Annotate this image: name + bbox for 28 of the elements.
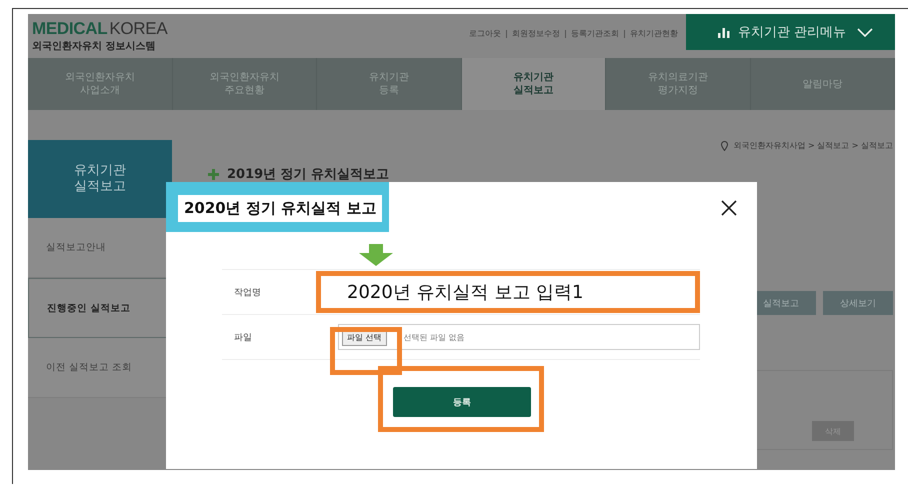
location-pin-icon <box>721 140 728 150</box>
logo-subtitle: 외국인환자유치 정보시스템 <box>32 40 156 53</box>
nav-tab[interactable]: 유치의료기관 평가지정 <box>606 58 750 110</box>
chevron-down-icon <box>857 28 873 36</box>
close-icon[interactable] <box>721 200 737 216</box>
report-action-button[interactable]: 상세보기 <box>823 291 893 315</box>
callout-title: 2020년 정기 유치실적 보고 <box>178 195 382 222</box>
admin-menu-button[interactable]: 유치기관 관리메뉴 <box>686 14 895 50</box>
sidebar-title: 유치기관 실적보고 <box>28 140 172 218</box>
section-heading: 2019년 정기 유치실적보고 <box>227 166 390 183</box>
nav-tab[interactable]: 외국인환자유치 사업소개 <box>28 58 172 110</box>
field-label: 파일 <box>233 332 253 344</box>
nav-tab[interactable]: 유치기관 실적보고 <box>462 58 606 110</box>
field-label: 작업명 <box>233 286 262 298</box>
file-status: 선택된 파일 없음 <box>404 332 465 342</box>
register-button[interactable]: 등록 <box>393 387 531 417</box>
header-link[interactable]: 등록기관조회 <box>571 28 619 39</box>
breadcrumb: 외국인환자유치사업 > 실적보고 > 실적보고 <box>733 140 893 151</box>
down-arrow-icon <box>359 244 393 266</box>
nav-tab[interactable]: 알림마당 <box>750 58 895 110</box>
header-link[interactable]: 로그아웃 <box>469 28 501 39</box>
logo-wordmark[interactable]: MEDICALKOREA <box>32 20 168 38</box>
header-link[interactable]: 회원정보수정 <box>512 28 560 39</box>
file-input[interactable]: 파일 선택 선택된 파일 없음 <box>338 324 700 350</box>
plus-icon <box>208 168 219 180</box>
bar-chart-icon <box>718 26 730 38</box>
nav-tab[interactable]: 외국인환자유치 주요현황 <box>172 58 317 110</box>
header-link[interactable]: 유치기관현황 <box>630 28 678 39</box>
